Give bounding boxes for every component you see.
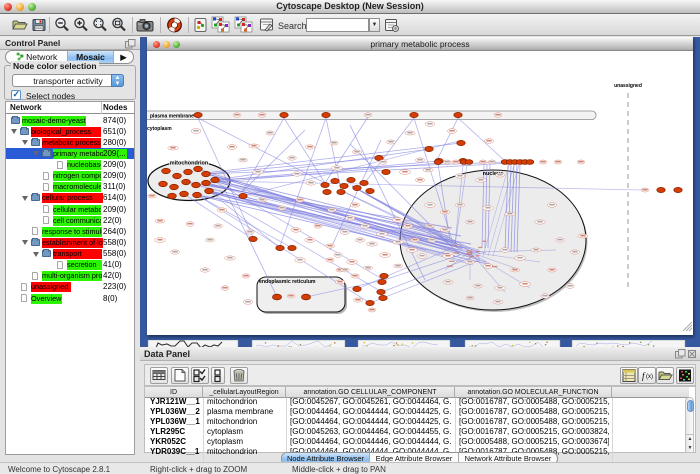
svg-text:plasma membrane: plasma membrane [150,114,194,120]
svg-text:endoplasmic reticulum: endoplasmic reticulum [259,279,316,285]
svg-text:cytoplasm: cytoplasm [147,126,172,132]
svg-text:(x): (x) [646,374,653,380]
svg-text:mitochondrion: mitochondrion [170,161,209,167]
svg-text:unassigned: unassigned [614,83,642,89]
